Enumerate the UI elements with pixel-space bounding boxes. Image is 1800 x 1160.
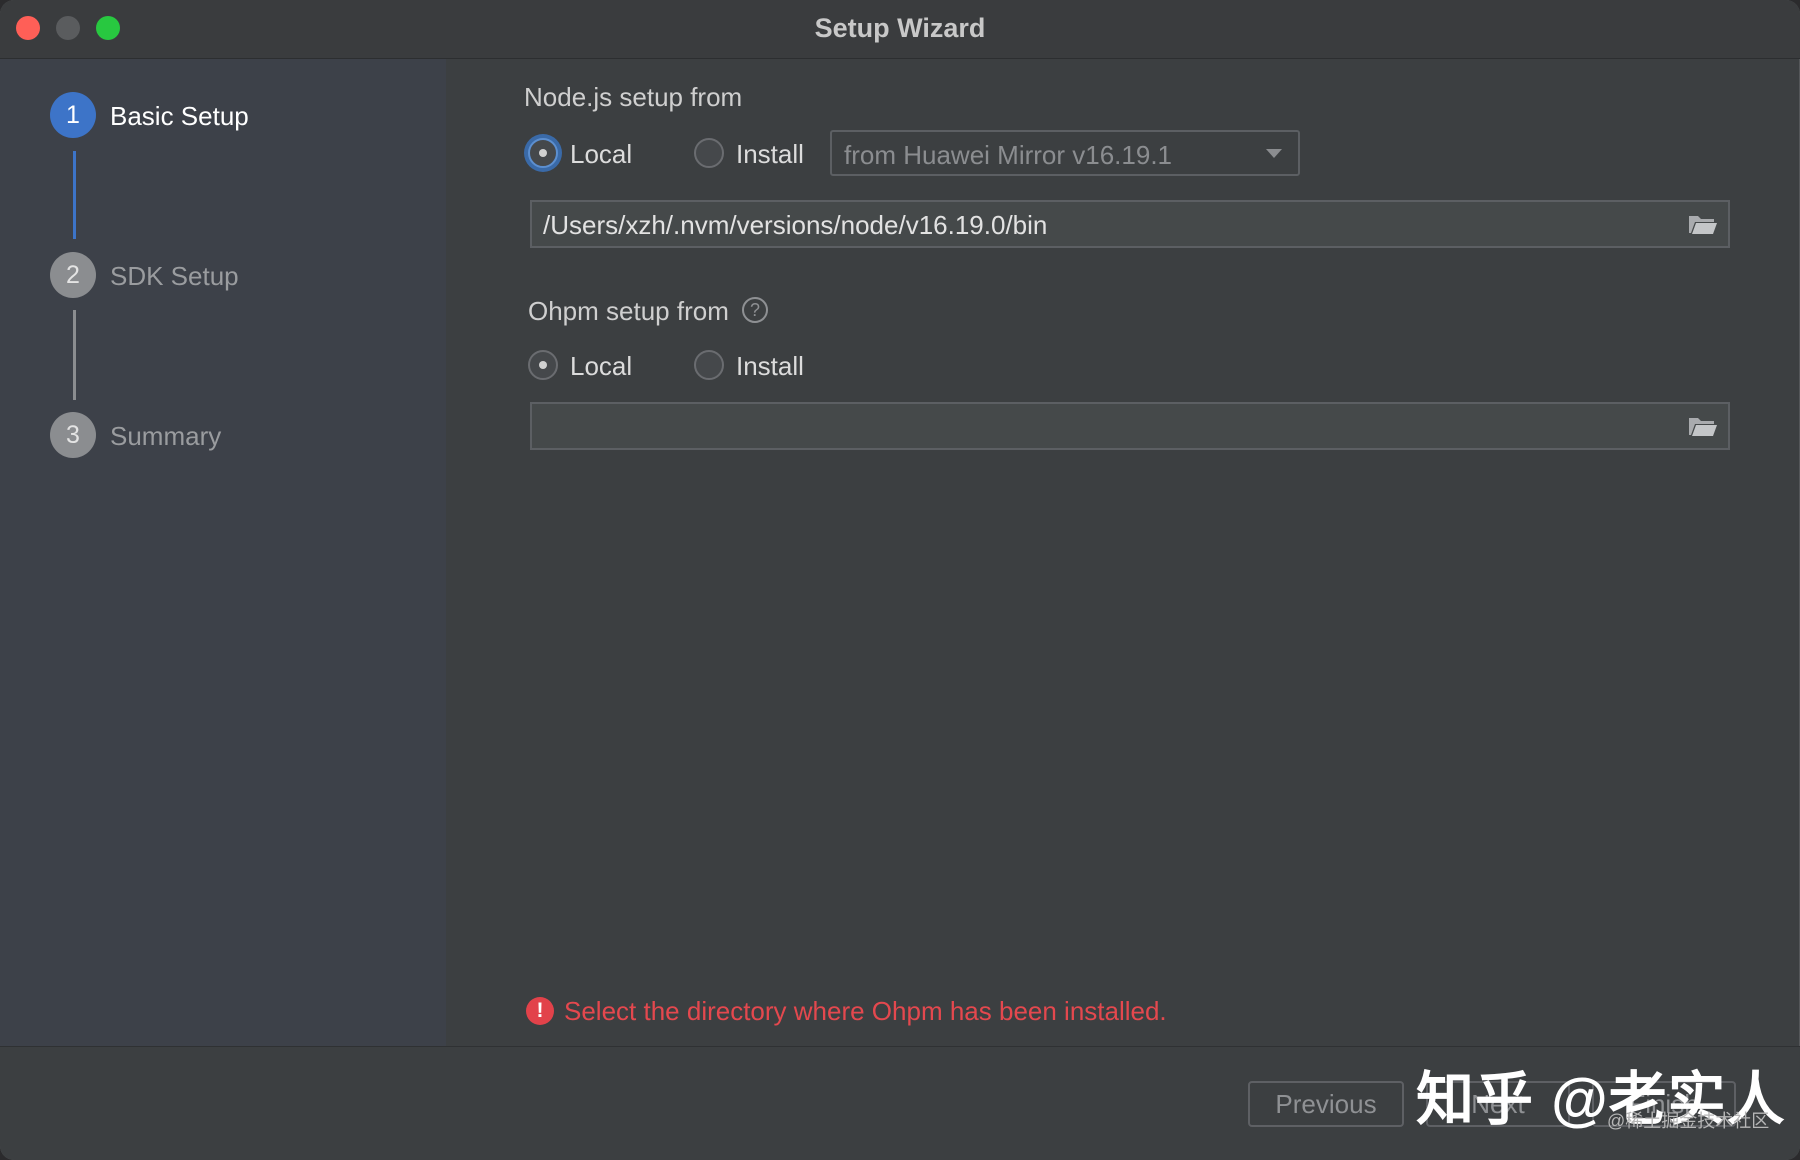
nodejs-path-value: /Users/xzh/.nvm/versions/node/v16.19.0/b… <box>543 210 1048 240</box>
ohpm-local-label[interactable]: Local <box>570 351 632 382</box>
ohpm-path-field[interactable] <box>530 402 1730 450</box>
ohpm-install-radio[interactable] <box>694 350 724 380</box>
watermark-subtext: @稀土掘金技术社区 <box>1607 1111 1770 1131</box>
ohpm-section-title: Ohpm setup from <box>528 296 729 326</box>
title-bar: Setup Wizard <box>0 0 1800 59</box>
nodejs-section-title: Node.js setup from <box>524 82 743 112</box>
error-icon: ! <box>526 997 554 1025</box>
steps-sidebar: 1 Basic Setup 2 SDK Setup 3 Summary <box>0 59 446 1046</box>
step-3-label: Summary <box>110 421 222 451</box>
chevron-down-icon <box>1266 149 1282 158</box>
nodejs-mirror-select-value: from Huawei Mirror v16.19.1 <box>844 140 1172 170</box>
folder-open-icon[interactable] <box>1688 415 1718 442</box>
nodejs-install-label[interactable]: Install <box>736 139 804 170</box>
nodejs-local-label[interactable]: Local <box>570 139 632 170</box>
step-1-label: Basic Setup <box>110 101 249 131</box>
step-1-number: 1 <box>50 92 96 138</box>
error-message: Select the directory where Ohpm has been… <box>564 996 1167 1026</box>
nodejs-path-field[interactable]: /Users/xzh/.nvm/versions/node/v16.19.0/b… <box>530 200 1730 248</box>
help-icon[interactable]: ? <box>742 297 768 323</box>
step-3-number: 3 <box>50 412 96 458</box>
nodejs-mirror-select[interactable]: from Huawei Mirror v16.19.1 <box>830 130 1300 176</box>
ohpm-local-radio[interactable] <box>528 350 558 380</box>
window-title: Setup Wizard <box>814 13 986 43</box>
nodejs-install-radio[interactable] <box>694 138 724 168</box>
step-2-number: 2 <box>50 252 96 298</box>
step-connector-2 <box>73 310 76 400</box>
step-2-label: SDK Setup <box>110 261 239 291</box>
folder-open-icon[interactable] <box>1688 213 1718 240</box>
nodejs-local-radio[interactable] <box>528 138 558 168</box>
step-connector-1 <box>73 151 76 239</box>
ohpm-install-label[interactable]: Install <box>736 351 804 382</box>
previous-button[interactable]: Previous <box>1248 1081 1404 1127</box>
setup-wizard-window: Setup Wizard 1 Basic Setup 2 SDK Setup 3… <box>0 0 1800 1160</box>
